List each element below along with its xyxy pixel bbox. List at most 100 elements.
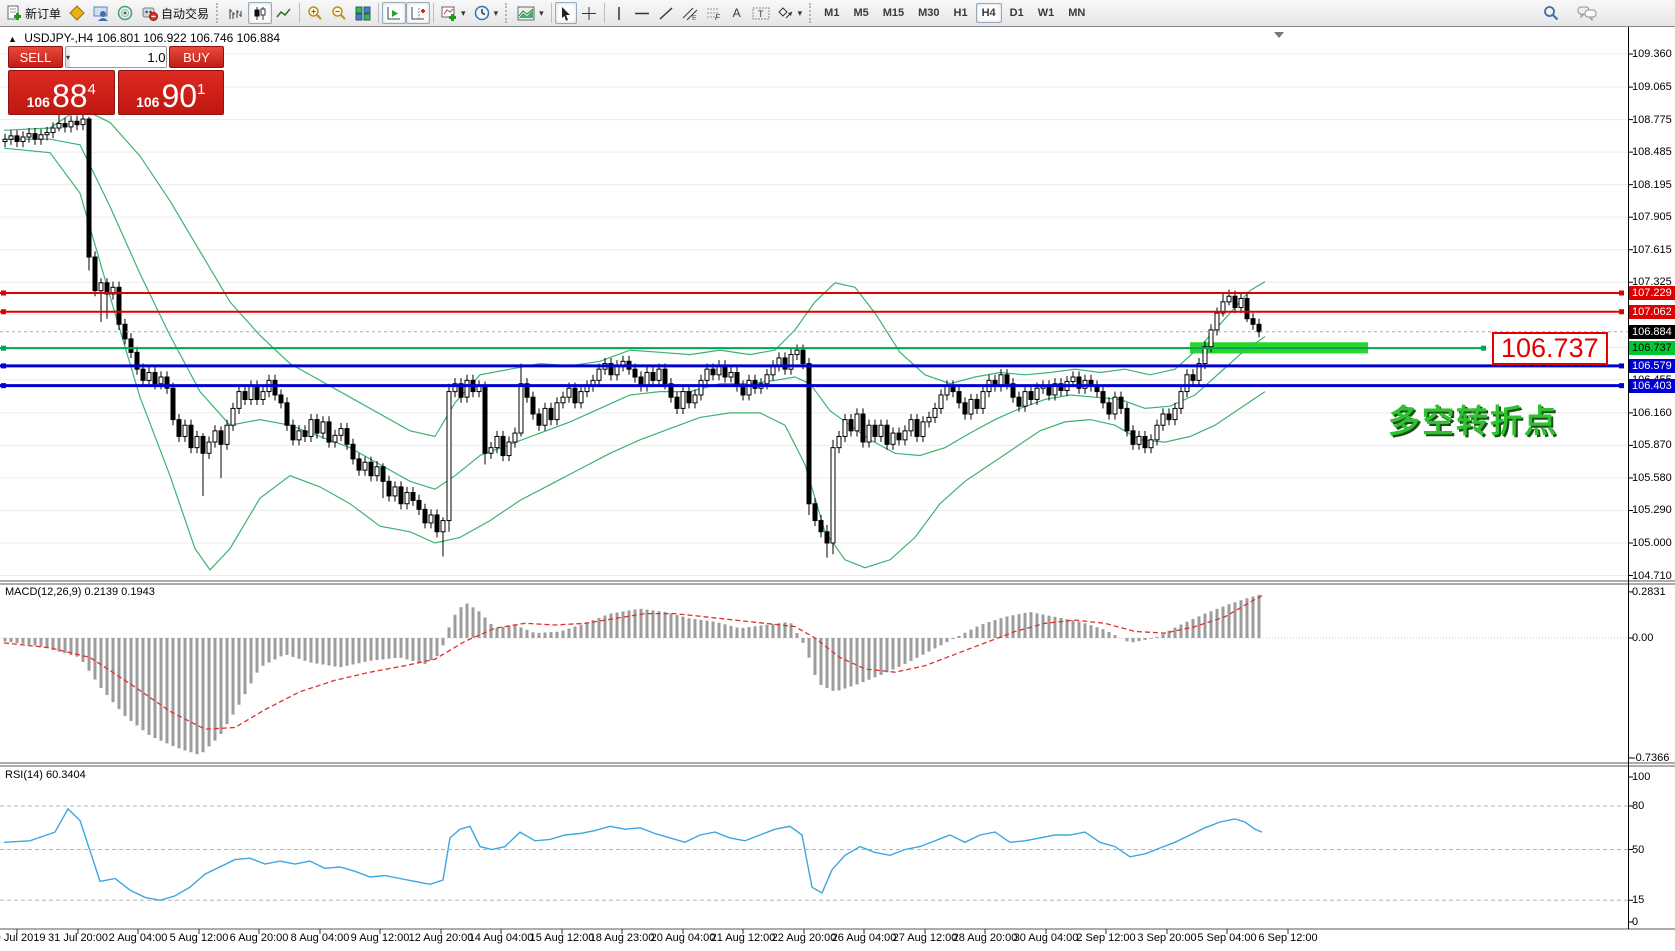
shapes-tool[interactable]: ▾ bbox=[774, 2, 807, 24]
trendline-tool[interactable] bbox=[654, 2, 678, 24]
new-order-button[interactable]: 新订单 bbox=[2, 2, 65, 24]
buy-button[interactable]: BUY bbox=[169, 46, 224, 68]
vertical-line-tool[interactable] bbox=[608, 2, 630, 24]
periods-button[interactable]: ▾ bbox=[470, 2, 503, 24]
crosshair-tool-button[interactable] bbox=[577, 2, 601, 24]
channel-tool[interactable]: E bbox=[678, 2, 702, 24]
time-axis-label: 5 Aug 12:00 bbox=[170, 932, 229, 944]
signals-button[interactable] bbox=[113, 2, 137, 24]
zoom-in-button[interactable] bbox=[303, 2, 327, 24]
toolbar-separator bbox=[551, 3, 552, 23]
price-axis-label: 105.290 bbox=[1632, 504, 1675, 516]
bollinger-bands bbox=[4, 108, 1265, 570]
chart-template-caret[interactable]: ▾ bbox=[539, 8, 544, 19]
vertical-line-icon bbox=[614, 6, 624, 21]
chart-shift-marker[interactable] bbox=[1274, 32, 1284, 38]
indicators-dropdown-caret[interactable]: ▾ bbox=[461, 8, 466, 19]
clock-icon bbox=[474, 5, 490, 21]
timeframe-W1[interactable]: W1 bbox=[1032, 3, 1061, 23]
time-axis-label: 28 Aug 20:00 bbox=[953, 932, 1018, 944]
time-axis-label: 3 Sep 20:00 bbox=[1137, 932, 1196, 944]
toolbar-drag-handle[interactable] bbox=[809, 3, 814, 23]
chart-shift-icon bbox=[410, 6, 426, 21]
one-click-trading-widget: SELL ▾ ▴ BUY 106 88 4 106 90 1 bbox=[8, 46, 224, 115]
key-price-label-box[interactable]: 106.737 bbox=[1492, 332, 1608, 365]
price-axis-label: 105.000 bbox=[1632, 537, 1675, 549]
time-axis-label: 15 Aug 12:00 bbox=[530, 932, 595, 944]
time-axis-label: 5 Sep 04:00 bbox=[1197, 932, 1256, 944]
line-chart-mode-button[interactable] bbox=[272, 2, 296, 24]
time-axis-label: 12 Aug 20:00 bbox=[409, 932, 474, 944]
toolbar-separator bbox=[604, 3, 605, 23]
sell-button[interactable]: SELL bbox=[8, 46, 63, 68]
bar-chart-mode-button[interactable] bbox=[224, 2, 248, 24]
chat-button[interactable] bbox=[1573, 2, 1601, 24]
search-button[interactable] bbox=[1539, 2, 1563, 24]
rsi-axis-label: 80 bbox=[1632, 800, 1675, 812]
price-badge-106_403: 106.403 bbox=[1629, 379, 1675, 393]
new-order-icon bbox=[6, 5, 22, 21]
rsi-axis-label: 0 bbox=[1632, 916, 1675, 928]
horizontal-line-icon bbox=[634, 6, 650, 21]
horizontal-lines[interactable] bbox=[0, 291, 1628, 389]
auto-scroll-button[interactable] bbox=[382, 2, 406, 24]
buy-price-big: 90 bbox=[161, 81, 197, 111]
pane-separators bbox=[0, 581, 1675, 929]
trendline-icon bbox=[658, 6, 674, 21]
buy-price-panel[interactable]: 106 90 1 bbox=[118, 70, 225, 115]
rsi-indicator-label: RSI(14) 60.3404 bbox=[5, 769, 86, 781]
shapes-dropdown-caret[interactable]: ▾ bbox=[798, 8, 803, 19]
chat-icon bbox=[1577, 5, 1597, 21]
fibonacci-tool[interactable]: F bbox=[702, 2, 726, 24]
rsi-axis-label: 15 bbox=[1632, 894, 1675, 906]
time-axis-label: 26 Aug 04:00 bbox=[832, 932, 897, 944]
chart-window-button[interactable] bbox=[65, 2, 89, 24]
toolbar-drag-handle[interactable] bbox=[216, 3, 221, 23]
zoom-out-icon bbox=[331, 5, 347, 21]
turning-point-annotation[interactable]: 多空转折点 bbox=[1388, 396, 1558, 442]
signal-icon bbox=[117, 5, 133, 21]
chart-template-button[interactable]: ▾ bbox=[513, 2, 548, 24]
volume-input[interactable] bbox=[70, 47, 167, 67]
sell-price-sup: 4 bbox=[88, 73, 96, 107]
tile-windows-button[interactable] bbox=[351, 2, 375, 24]
timeframe-MN[interactable]: MN bbox=[1062, 3, 1091, 23]
buy-price-prefix: 106 bbox=[136, 93, 159, 111]
timeframe-M30[interactable]: M30 bbox=[912, 3, 945, 23]
timeframe-M1[interactable]: M1 bbox=[818, 3, 845, 23]
toolbar-drag-handle[interactable] bbox=[505, 3, 510, 23]
collapse-quote-panel-icon[interactable]: ▲ bbox=[8, 34, 17, 44]
cursor-tool-button[interactable] bbox=[555, 2, 577, 24]
indicators-button[interactable]: ▾ bbox=[437, 2, 470, 24]
buy-price-sup: 1 bbox=[197, 73, 205, 107]
timeframe-H4[interactable]: H4 bbox=[976, 3, 1002, 23]
toolbar-separator bbox=[299, 3, 300, 23]
gridlines bbox=[0, 54, 1628, 900]
time-axis-label: 8 Aug 04:00 bbox=[291, 932, 350, 944]
profile-button[interactable] bbox=[89, 2, 113, 24]
time-axis-label: 18 Aug 23:00 bbox=[590, 932, 655, 944]
timeframe-H1[interactable]: H1 bbox=[948, 3, 974, 23]
text-label-tool[interactable]: T bbox=[748, 2, 774, 24]
time-axis-label: 30 Jul 2019 bbox=[0, 932, 45, 944]
text-icon: A bbox=[733, 6, 741, 20]
bar-chart-icon bbox=[228, 6, 244, 21]
chart-area[interactable]: ▲ USDJPY-,H4 106.801 106.922 106.746 106… bbox=[0, 27, 1675, 951]
auto-trading-button[interactable]: 自动交易 bbox=[137, 2, 213, 24]
time-axis-label: 22 Aug 20:00 bbox=[772, 932, 837, 944]
macd-axis-label: 0.00 bbox=[1632, 632, 1675, 644]
candlestick-mode-button[interactable] bbox=[248, 2, 272, 24]
chart-shift-button[interactable] bbox=[406, 2, 430, 24]
bollinger-upper-band bbox=[4, 108, 1265, 437]
timeframe-D1[interactable]: D1 bbox=[1004, 3, 1030, 23]
text-tool[interactable]: A bbox=[726, 2, 748, 24]
periods-dropdown-caret[interactable]: ▾ bbox=[494, 8, 499, 19]
horizontal-line-tool[interactable] bbox=[630, 2, 654, 24]
text-label-icon: T bbox=[752, 6, 770, 21]
timeframe-M15[interactable]: M15 bbox=[877, 3, 910, 23]
svg-text:F: F bbox=[715, 13, 721, 21]
zoom-out-button[interactable] bbox=[327, 2, 351, 24]
sell-price-panel[interactable]: 106 88 4 bbox=[8, 70, 115, 115]
timeframe-M5[interactable]: M5 bbox=[847, 3, 874, 23]
macd-axis-label: 0.2831 bbox=[1632, 586, 1675, 598]
